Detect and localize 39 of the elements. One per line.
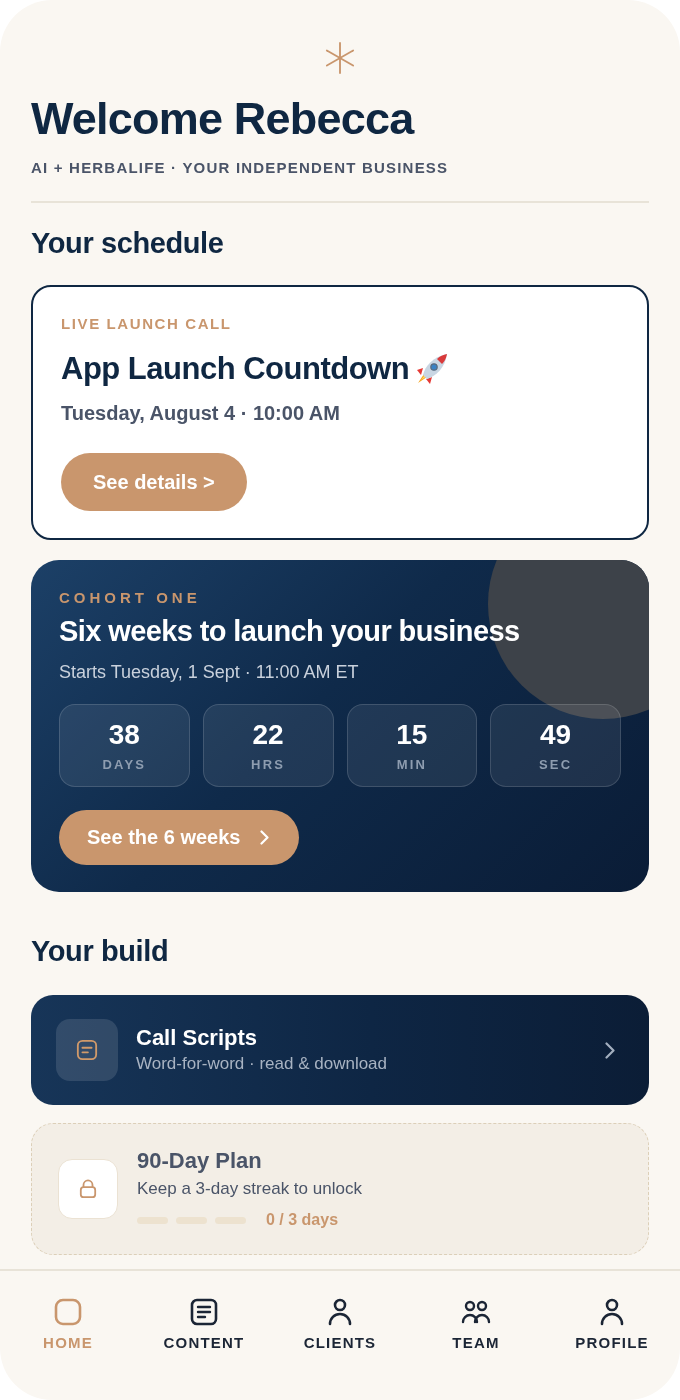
countdown-unit: SEC <box>538 756 573 773</box>
item-title: 90-Day Plan <box>137 1148 262 1174</box>
person-icon <box>600 1298 624 1326</box>
event-eyebrow: LIVE LAUNCH CALL <box>61 314 232 334</box>
item-subtitle: Keep a 3-day streak to unlock <box>137 1178 362 1200</box>
countdown-value: 22 <box>252 718 284 751</box>
countdown-value: 38 <box>108 718 140 751</box>
welcome-title: Welcome Rebecca <box>31 93 416 145</box>
nav-tab[interactable]: PROFILE <box>575 1298 649 1352</box>
countdown-unit: MIN <box>396 756 428 773</box>
document-icon <box>190 1298 218 1326</box>
welcome-subtitle: AI + HERBALIFE · YOUR INDEPENDENT BUSINESS <box>31 158 450 178</box>
document-icon <box>56 1019 118 1081</box>
nav-tab[interactable]: CONTENT <box>163 1298 245 1352</box>
people-icon <box>461 1298 491 1326</box>
nav-tab[interactable]: TEAM <box>452 1298 500 1352</box>
rocket-icon <box>415 352 450 386</box>
countdown-value: 15 <box>396 718 428 751</box>
section-heading: Your build <box>31 934 170 968</box>
countdown-unit: HRS <box>251 756 286 773</box>
event-title: App Launch Countdown <box>61 350 410 388</box>
countdown-value: 49 <box>540 718 572 751</box>
streak-progress: 0 / 3 days <box>266 1210 339 1230</box>
item-subtitle: Word-for-word · read & download <box>136 1053 387 1075</box>
chevron-right-icon <box>605 1041 615 1059</box>
cohort-start-time: Starts Tuesday, 1 Sept · 11:00 AM ET <box>59 661 359 684</box>
item-title: Call Scripts <box>136 1025 258 1051</box>
section-heading: Your schedule <box>31 226 225 260</box>
event-datetime: Tuesday, August 4 · 10:00 AM <box>61 401 340 426</box>
asterisk-icon <box>325 42 355 74</box>
chevron-right-icon <box>260 830 270 845</box>
countdown-unit: DAYS <box>102 756 147 773</box>
nav-tab[interactable]: CLIENTS <box>303 1298 377 1352</box>
cohort-title: Six weeks to launch your business <box>59 614 520 648</box>
cohort-eyebrow: COHORT ONE <box>59 588 201 608</box>
square-icon <box>54 1298 82 1326</box>
lock-icon <box>58 1159 118 1219</box>
person-icon <box>328 1298 352 1326</box>
call-scripts-card[interactable]: Call Scripts Word-for-word · read & download <box>31 995 649 1105</box>
